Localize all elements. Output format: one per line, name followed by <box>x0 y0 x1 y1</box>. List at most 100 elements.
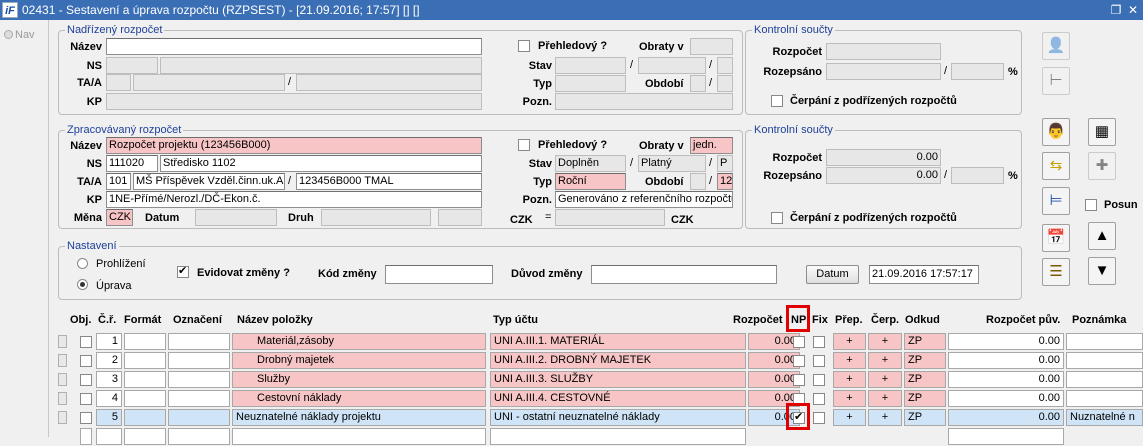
proc-ns-code[interactable]: 111020 <box>106 155 158 172</box>
row-cr-cell[interactable]: 2 <box>96 352 122 369</box>
prohlizeni-radio[interactable] <box>77 258 88 269</box>
proc-ta-code[interactable]: 123456B000 TMAL <box>296 173 482 190</box>
row-fix-checkbox[interactable] <box>813 336 825 348</box>
row-typ-cell[interactable]: UNI - ostatní neuznatelné náklady <box>490 409 746 426</box>
row-puv-cell[interactable]: 0.00 <box>948 333 1064 350</box>
evidovat-checkbox[interactable] <box>177 264 189 278</box>
table-row[interactable]: 3 Služby UNI A.III.3. SLUŽBY 0.00 + + ZP 0.00 <box>58 370 1143 389</box>
row-cerp-cell[interactable]: + <box>868 371 902 388</box>
proc-kp-field[interactable]: 1NE-Přímé/Nerozl./DČ-Ekon.č. <box>106 191 482 208</box>
proc-obdobi-field[interactable] <box>690 173 706 190</box>
arrow-down-icon[interactable]: ▼ <box>1088 257 1116 285</box>
parent-stav-field-3[interactable] <box>717 57 733 74</box>
row-obj-checkbox[interactable] <box>80 336 92 348</box>
parent-nazev-field[interactable] <box>106 38 482 55</box>
table-row[interactable]: 5 Neuznatelné náklady projektu UNI - ostat… <box>58 408 1143 427</box>
parent-kp-field[interactable] <box>106 93 482 110</box>
row-odkud-cell[interactable]: ZP <box>904 333 946 350</box>
row-poznamka-cell[interactable]: Nuznatelné n <box>1066 409 1143 426</box>
row-nazev-cell[interactable]: Drobný majetek <box>232 352 486 369</box>
row-odkud-cell[interactable]: ZP <box>904 409 946 426</box>
row-cr-cell[interactable]: 1 <box>96 333 122 350</box>
row-puv-cell[interactable]: 0.00 <box>948 409 1064 426</box>
nav-radio[interactable] <box>4 30 13 39</box>
parent-prehledovy-checkbox[interactable] <box>518 40 530 52</box>
proc-stav-field-2[interactable]: Platný <box>638 155 706 172</box>
row-format-cell[interactable] <box>124 333 166 350</box>
parent-stav-field[interactable] <box>555 57 626 74</box>
proc-druh-field-2[interactable] <box>438 209 482 226</box>
row-np-checkbox[interactable] <box>793 355 805 367</box>
row-typ-cell[interactable]: UNI A.III.2. DROBNÝ MAJETEK <box>490 352 746 369</box>
parent-stav-field-2[interactable] <box>638 57 706 74</box>
row-cr-cell[interactable]: 5 <box>96 409 122 426</box>
proc-ta-field[interactable]: 101 <box>106 173 131 190</box>
row-odkud-cell[interactable]: ZP <box>904 390 946 407</box>
row-fix-checkbox[interactable] <box>813 393 825 405</box>
user-icon[interactable]: 👨 <box>1042 118 1070 146</box>
row-cerp-cell[interactable]: + <box>868 333 902 350</box>
row-obj-checkbox[interactable] <box>80 393 92 405</box>
row-poznamka-cell[interactable] <box>1066 352 1143 369</box>
edit-list-icon[interactable]: ☰ <box>1042 258 1070 286</box>
row-np-checkbox[interactable] <box>793 374 805 386</box>
proc-ta-name[interactable]: MŠ Příspěvek Vzděl.činn.uk.A, <box>133 173 285 190</box>
hierarchy-icon[interactable]: ⊨ <box>1042 187 1070 215</box>
row-prep-cell[interactable]: + <box>833 371 866 388</box>
row-nazev-cell[interactable]: Cestovní náklady <box>232 390 486 407</box>
parent-obdobi-field-2[interactable] <box>717 75 733 92</box>
row-prep-cell[interactable]: + <box>833 390 866 407</box>
parent-ta-field[interactable] <box>106 74 131 91</box>
proc-sums-rozpocet-field[interactable]: 0.00 <box>826 149 941 166</box>
row-obj-checkbox[interactable] <box>80 355 92 367</box>
swap-icon[interactable]: ⇆ <box>1042 152 1070 180</box>
row-fix-checkbox[interactable] <box>813 374 825 386</box>
row-cr-cell[interactable]: 4 <box>96 390 122 407</box>
calculator-icon[interactable]: ▦ <box>1088 118 1116 146</box>
row-nazev-cell[interactable]: Materiál,zásoby <box>232 333 486 350</box>
close-icon[interactable]: ✕ <box>1126 3 1140 17</box>
row-handle[interactable] <box>58 373 67 386</box>
row-nazev-cell[interactable]: Služby <box>232 371 486 388</box>
row-puv-cell[interactable]: 0.00 <box>948 371 1064 388</box>
proc-obdobi-field-2[interactable]: 12 <box>717 173 733 190</box>
proc-prehledovy-checkbox[interactable] <box>518 139 530 151</box>
uprava-radio[interactable] <box>77 279 88 290</box>
row-odkud-cell[interactable]: ZP <box>904 352 946 369</box>
table-row[interactable]: 2 Drobný majetek UNI A.III.2. DROBNÝ MAJET… <box>58 351 1143 370</box>
row-typ-cell[interactable]: UNI A.III.3. SLUŽBY <box>490 371 746 388</box>
proc-stav-field[interactable]: Doplněn <box>555 155 626 172</box>
tree-icon[interactable]: ⊢ <box>1042 67 1070 95</box>
nav-option[interactable]: Nav <box>4 29 35 41</box>
row-poznamka-cell[interactable] <box>1066 390 1143 407</box>
row-cr-cell[interactable]: 3 <box>96 371 122 388</box>
parent-ns-name[interactable] <box>160 57 482 74</box>
proc-mena-field[interactable]: CZK <box>106 209 133 226</box>
row-fix-checkbox[interactable] <box>813 412 825 424</box>
row-oznaceni-cell[interactable] <box>168 390 230 407</box>
row-prep-cell[interactable]: + <box>833 333 866 350</box>
person-icon[interactable]: 👤 <box>1042 32 1070 60</box>
row-obj-checkbox[interactable] <box>80 412 92 424</box>
proc-sums-rozepsano-field[interactable]: 0.00 <box>826 167 941 184</box>
row-poznamka-cell[interactable] <box>1066 333 1143 350</box>
duvod-zmeny-input[interactable] <box>591 265 777 284</box>
table-row[interactable]: 4 Cestovní náklady UNI A.III.4. CESTOVNÉ 0.… <box>58 389 1143 408</box>
row-fix-checkbox[interactable] <box>813 355 825 367</box>
datum-button[interactable]: Datum <box>806 265 859 284</box>
row-format-cell[interactable] <box>124 409 166 426</box>
row-handle[interactable] <box>58 335 67 348</box>
row-oznaceni-cell[interactable] <box>168 409 230 426</box>
row-puv-cell[interactable]: 0.00 <box>948 352 1064 369</box>
proc-pozn-field[interactable]: Generováno z referenčního rozpočtu <box>555 191 733 208</box>
row-format-cell[interactable] <box>124 352 166 369</box>
row-typ-cell[interactable]: UNI A.III.4. CESTOVNÉ <box>490 390 746 407</box>
proc-ns-name[interactable]: Středisko 1102 <box>160 155 482 172</box>
row-format-cell[interactable] <box>124 390 166 407</box>
row-handle[interactable] <box>58 392 67 405</box>
parent-pozn-field[interactable] <box>555 93 733 110</box>
parent-typ-field[interactable] <box>555 75 626 92</box>
parent-cerpani-checkbox[interactable] <box>771 95 783 107</box>
proc-typ-field[interactable]: Roční <box>555 173 626 190</box>
parent-sums-pct-field[interactable] <box>951 63 1004 80</box>
